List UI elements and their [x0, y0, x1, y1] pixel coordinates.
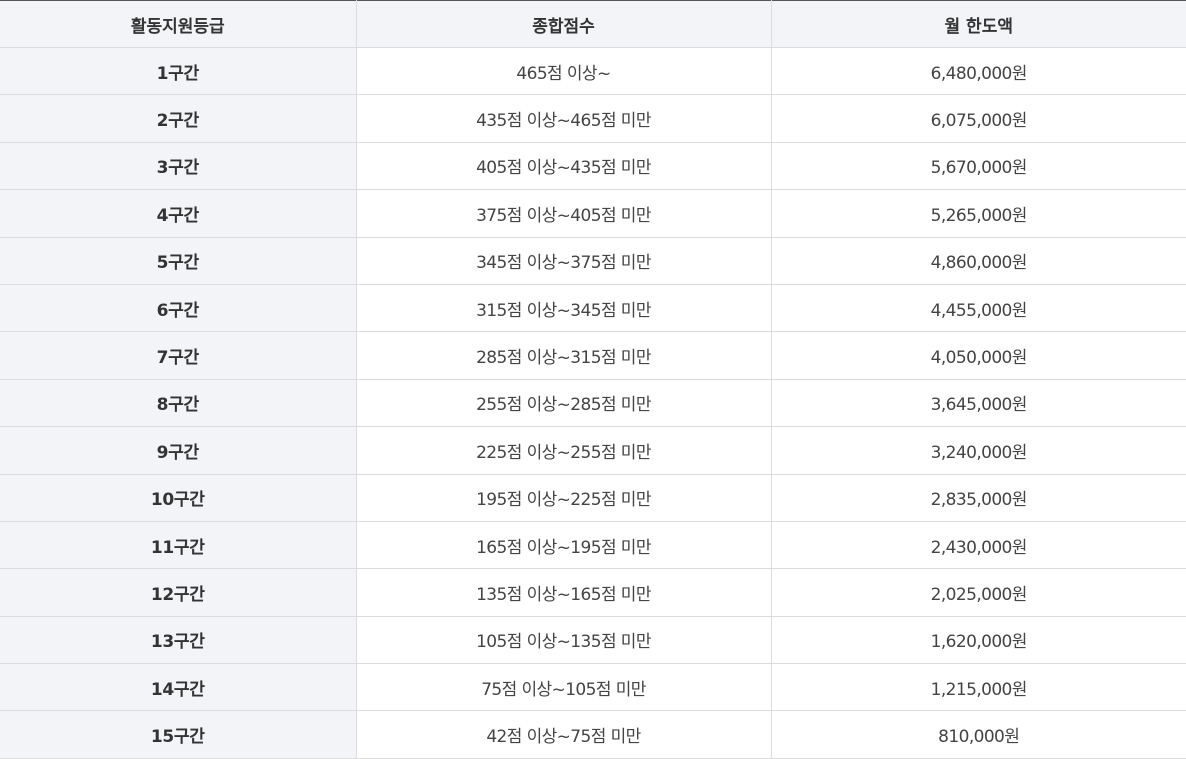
table-row: 15구간 42점 이상~75점 미만 810,000원: [0, 710, 1186, 759]
grade-cell: 1구간: [0, 47, 356, 96]
score-cell: 225점 이상~255점 미만: [355, 426, 771, 475]
monthly-limit-cell: 5,265,000원: [770, 189, 1186, 238]
grade-cell: 15구간: [0, 710, 356, 759]
table-row: 1구간 465점 이상~ 6,480,000원: [0, 47, 1186, 96]
score-cell: 42점 이상~75점 미만: [355, 710, 771, 759]
score-cell: 165점 이상~195점 미만: [355, 521, 771, 570]
monthly-limit-cell: 1,215,000원: [770, 663, 1186, 712]
table-row: 13구간 105점 이상~135점 미만 1,620,000원: [0, 616, 1186, 665]
monthly-limit-cell: 3,240,000원: [770, 426, 1186, 475]
grade-cell: 14구간: [0, 663, 356, 712]
header-score: 종합점수: [355, 0, 771, 48]
score-cell: 75점 이상~105점 미만: [355, 663, 771, 712]
score-cell: 285점 이상~315점 미만: [355, 331, 771, 380]
header-row: 활동지원등급 종합점수 월 한도액: [0, 0, 1186, 48]
monthly-limit-cell: 2,430,000원: [770, 521, 1186, 570]
score-cell: 105점 이상~135점 미만: [355, 616, 771, 665]
monthly-limit-cell: 4,050,000원: [770, 331, 1186, 380]
grade-cell: 3구간: [0, 142, 356, 191]
score-cell: 405점 이상~435점 미만: [355, 142, 771, 191]
monthly-limit-cell: 4,455,000원: [770, 284, 1186, 333]
monthly-limit-cell: 3,645,000원: [770, 379, 1186, 428]
table-row: 4구간 375점 이상~405점 미만 5,265,000원: [0, 189, 1186, 238]
score-cell: 435점 이상~465점 미만: [355, 94, 771, 143]
score-cell: 135점 이상~165점 미만: [355, 568, 771, 617]
score-cell: 195점 이상~225점 미만: [355, 474, 771, 522]
monthly-limit-cell: 4,860,000원: [770, 237, 1186, 285]
header-grade: 활동지원등급: [0, 0, 356, 48]
table-row: 6구간 315점 이상~345점 미만 4,455,000원: [0, 284, 1186, 333]
table-row: 3구간 405점 이상~435점 미만 5,670,000원: [0, 142, 1186, 191]
score-cell: 255점 이상~285점 미만: [355, 379, 771, 428]
grade-cell: 8구간: [0, 379, 356, 428]
table-row: 10구간 195점 이상~225점 미만 2,835,000원: [0, 474, 1186, 522]
monthly-limit-cell: 2,025,000원: [770, 568, 1186, 617]
support-grade-table: 활동지원등급 종합점수 월 한도액 1구간 465점 이상~ 6,480,000원 2…: [0, 0, 1186, 759]
table-row: 14구간 75점 이상~105점 미만 1,215,000원: [0, 663, 1186, 712]
table-row: 2구간 435점 이상~465점 미만 6,075,000원: [0, 94, 1186, 143]
score-cell: 315점 이상~345점 미만: [355, 284, 771, 333]
monthly-limit-cell: 6,075,000원: [770, 94, 1186, 143]
grade-cell: 4구간: [0, 189, 356, 238]
monthly-limit-cell: 810,000원: [770, 710, 1186, 759]
monthly-limit-cell: 6,480,000원: [770, 47, 1186, 96]
score-cell: 345점 이상~375점 미만: [355, 237, 771, 285]
monthly-limit-cell: 5,670,000원: [770, 142, 1186, 191]
grade-cell: 13구간: [0, 616, 356, 665]
score-cell: 465점 이상~: [355, 47, 771, 96]
grade-cell: 7구간: [0, 331, 356, 380]
grade-cell: 12구간: [0, 568, 356, 617]
monthly-limit-cell: 2,835,000원: [770, 474, 1186, 522]
table-row: 9구간 225점 이상~255점 미만 3,240,000원: [0, 426, 1186, 475]
monthly-limit-cell: 1,620,000원: [770, 616, 1186, 665]
grade-cell: 2구간: [0, 94, 356, 143]
table-body: 1구간 465점 이상~ 6,480,000원 2구간 435점 이상~465점 미만 6…: [0, 47, 1186, 759]
table-row: 12구간 135점 이상~165점 미만 2,025,000원: [0, 568, 1186, 617]
grade-cell: 11구간: [0, 521, 356, 570]
grade-cell: 5구간: [0, 237, 356, 285]
header-monthly-limit: 월 한도액: [770, 0, 1186, 48]
table-row: 5구간 345점 이상~375점 미만 4,860,000원: [0, 237, 1186, 285]
table-row: 7구간 285점 이상~315점 미만 4,050,000원: [0, 331, 1186, 380]
score-cell: 375점 이상~405점 미만: [355, 189, 771, 238]
table-row: 8구간 255점 이상~285점 미만 3,645,000원: [0, 379, 1186, 428]
table-row: 11구간 165점 이상~195점 미만 2,430,000원: [0, 521, 1186, 570]
table-header: 활동지원등급 종합점수 월 한도액: [0, 0, 1186, 48]
grade-cell: 9구간: [0, 426, 356, 475]
grade-cell: 6구간: [0, 284, 356, 333]
grade-cell: 10구간: [0, 474, 356, 522]
